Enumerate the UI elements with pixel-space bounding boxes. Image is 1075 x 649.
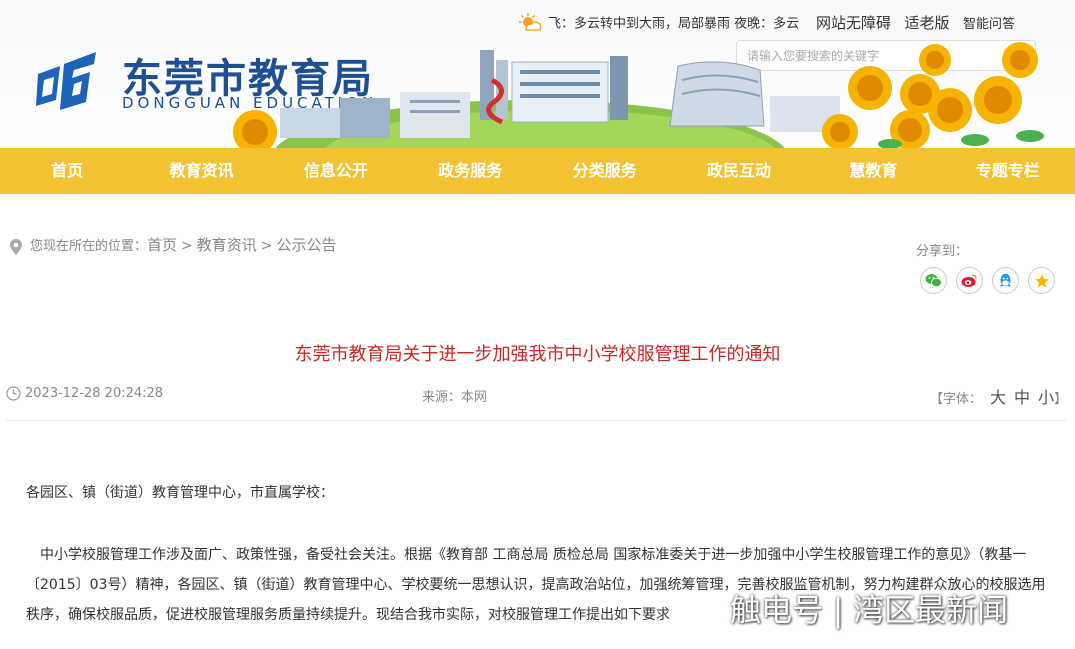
wechat-icon[interactable] — [920, 267, 947, 294]
nav-gov-services[interactable]: 政务服务 — [403, 148, 537, 194]
breadcrumb-announcements[interactable]: 公示公告 — [277, 236, 337, 254]
qq-icon[interactable] — [992, 267, 1019, 294]
breadcrumb-separator: > — [260, 238, 273, 254]
divider — [6, 420, 1066, 421]
nav-info-disclosure[interactable]: 信息公开 — [269, 148, 403, 194]
qzone-icon[interactable] — [1028, 267, 1055, 294]
top-links: 网站无障碍 适老版 智能问答 — [816, 12, 1024, 33]
publish-datetime: 2023-12-28 20:24:28 — [25, 386, 164, 401]
share-buttons — [920, 267, 1055, 294]
weather-widget: 飞：多云转中到大雨，局部暴雨 夜晚：多云 — [518, 12, 810, 32]
smart-qa-link[interactable]: 智能问答 — [963, 17, 1015, 32]
logo-icon — [36, 52, 96, 110]
breadcrumb-home[interactable]: 首页 — [147, 236, 177, 254]
nav-category-services[interactable]: 分类服务 — [538, 148, 672, 194]
clock-icon — [6, 386, 21, 401]
nav-smart-education[interactable]: 慧教育 — [806, 148, 940, 194]
weather-icon — [519, 13, 542, 31]
nav-home[interactable]: 首页 — [0, 148, 134, 194]
location-pin-icon — [10, 238, 22, 255]
article-title: 东莞市教育局关于进一步加强我市中小学校服管理工作的通知 — [294, 344, 781, 365]
article-source: 来源：本网 — [422, 390, 488, 405]
banner-scene-illustration — [233, 42, 1044, 148]
font-size-control: 【字体： 大中小】 — [930, 384, 1067, 408]
nav-interaction[interactable]: 政民互动 — [672, 148, 806, 194]
weibo-icon[interactable] — [956, 267, 983, 294]
breadcrumb-prefix: 您现在所在的位置： — [30, 239, 148, 254]
font-size-large[interactable]: 大 — [990, 388, 1006, 407]
weather-text: 飞：多云转中到大雨，局部暴雨 夜晚：多云 — [548, 16, 800, 32]
font-size-small[interactable]: 小 — [1038, 388, 1054, 407]
publish-time: 2023-12-28 20:24:28 — [6, 386, 163, 401]
font-size-medium[interactable]: 中 — [1014, 388, 1030, 407]
article-area: 您现在所在的位置：首页 > 教育资讯 > 公示公告 分享到： 东莞市教育局关于进一步加强… — [0, 212, 1075, 649]
breadcrumb-education-news[interactable]: 教育资讯 — [197, 236, 257, 254]
page: 东莞市教育局 DONGGUAN EDUCATION 飞：多云转中到大雨，局部暴雨… — [0, 0, 1075, 649]
nav-special-topics[interactable]: 专题专栏 — [941, 148, 1075, 194]
accessibility-link[interactable]: 网站无障碍 — [816, 14, 891, 32]
article-greeting: 各园区、镇（街道）教育管理中心，市直属学校： — [26, 485, 334, 501]
main-nav: 首页 教育资讯 信息公开 政务服务 分类服务 政民互动 慧教育 专题专栏 — [0, 148, 1075, 194]
breadcrumb: 您现在所在的位置：首页 > 教育资讯 > 公示公告 — [10, 234, 337, 255]
nav-education-news[interactable]: 教育资讯 — [134, 148, 268, 194]
elderly-mode-link[interactable]: 适老版 — [904, 14, 949, 32]
source-watermark: 触电号 | 湾区最新闻 — [730, 593, 1009, 629]
site-header: 东莞市教育局 DONGGUAN EDUCATION 飞：多云转中到大雨，局部暴雨… — [0, 0, 1075, 148]
font-size-label: 【字体： — [930, 392, 983, 407]
breadcrumb-separator: > — [181, 238, 193, 254]
font-size-close: 】 — [1054, 392, 1068, 407]
share-label: 分享到： — [916, 244, 969, 259]
